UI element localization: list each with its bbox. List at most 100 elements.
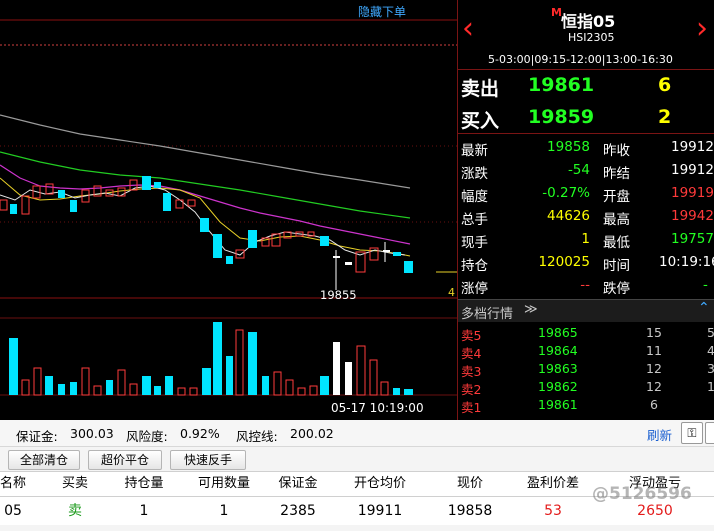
depth-row[interactable]: 卖1 19861 6 bbox=[458, 396, 714, 415]
prev-close-label: 昨收 bbox=[603, 143, 630, 159]
depth-row[interactable]: 卖4 19864 11 4 bbox=[458, 342, 714, 361]
candle bbox=[142, 176, 151, 190]
volume-bar bbox=[320, 376, 329, 395]
best-ask-row[interactable]: 卖出 19861 6 bbox=[458, 70, 714, 102]
volume-bar bbox=[45, 376, 53, 395]
candle bbox=[200, 218, 209, 232]
depth-row[interactable]: 卖3 19863 12 3 bbox=[458, 360, 714, 379]
toolbar-extra-button[interactable] bbox=[705, 422, 714, 444]
quote-row-limits: 涨停 -- 跌停 - bbox=[458, 273, 714, 297]
margin-label: 保证金: bbox=[16, 429, 58, 444]
col-header-side[interactable]: 买卖 bbox=[44, 472, 107, 496]
volume-bar bbox=[58, 384, 65, 395]
change-label: 涨跌 bbox=[461, 166, 488, 182]
refresh-link[interactable]: 刷新 bbox=[647, 425, 672, 444]
depth-row[interactable]: 卖2 19862 12 1 bbox=[458, 378, 714, 397]
volume-bars bbox=[9, 322, 413, 396]
candle bbox=[226, 256, 233, 264]
col-header-position[interactable]: 持仓量 bbox=[106, 472, 183, 496]
col-header-name[interactable]: 名称 bbox=[0, 472, 45, 496]
next-instrument-chevron-icon[interactable]: › bbox=[696, 14, 708, 44]
candle bbox=[333, 256, 340, 258]
open-value: 19919 bbox=[671, 185, 714, 201]
depth-row[interactable]: 卖5 19865 15 5 bbox=[458, 324, 714, 343]
depth-qty: 15 bbox=[646, 325, 662, 340]
quote-row-current: 现手 1 最低 19757 bbox=[458, 227, 714, 251]
candle bbox=[345, 262, 352, 265]
volume-bar bbox=[81, 367, 90, 396]
candle bbox=[320, 236, 329, 246]
volume-bar bbox=[93, 385, 102, 396]
volume-bar bbox=[202, 368, 211, 395]
volume-bar bbox=[177, 387, 186, 396]
current-label: 现手 bbox=[461, 235, 488, 251]
col-header-profit-diff[interactable]: 盈利价差 bbox=[510, 472, 597, 496]
limit-down-label: 跌停 bbox=[603, 281, 630, 297]
candle bbox=[21, 195, 30, 215]
close-all-button[interactable]: 全部清仓 bbox=[8, 450, 80, 470]
limit-up-value: -- bbox=[580, 277, 590, 293]
col-header-open-avg[interactable]: 开仓均价 bbox=[330, 472, 431, 496]
volume-bar bbox=[273, 371, 282, 396]
pct-label: 幅度 bbox=[461, 189, 488, 205]
candle bbox=[369, 247, 379, 261]
depth-label: 卖1 bbox=[461, 400, 482, 415]
depth-price: 19861 bbox=[538, 397, 578, 412]
time-value: 10:19:16 bbox=[659, 254, 714, 270]
instrument-code: HSI2305 bbox=[568, 31, 615, 44]
depth-price: 19863 bbox=[538, 361, 578, 376]
volume-bar bbox=[369, 359, 378, 396]
volume-bar bbox=[117, 369, 126, 396]
double-chevron-down-icon[interactable]: ≫ bbox=[524, 302, 538, 317]
depth-extra: 5 bbox=[707, 325, 714, 340]
depth-extra: 1 bbox=[707, 379, 714, 394]
trading-session: 5-03:00|09:15-12:00|13:00-16:30 bbox=[488, 53, 673, 66]
quick-reverse-button[interactable]: 快速反手 bbox=[170, 450, 246, 470]
cell-profit-diff: 53 bbox=[510, 497, 597, 525]
prev-instrument-chevron-icon[interactable]: ‹ bbox=[462, 14, 474, 44]
candle bbox=[213, 234, 222, 258]
volume-bar bbox=[380, 381, 389, 396]
risk-value: 0.92% bbox=[180, 426, 220, 441]
candle bbox=[404, 261, 413, 273]
volume-bar bbox=[142, 376, 151, 395]
stop-label: 风控线: bbox=[236, 429, 278, 444]
candles bbox=[0, 176, 457, 290]
depth-price: 19865 bbox=[538, 325, 578, 340]
candle bbox=[248, 230, 257, 248]
edge-label: 4 bbox=[448, 286, 455, 299]
best-bid-row[interactable]: 买入 19859 2 bbox=[458, 102, 714, 134]
quote-row-pct: 幅度 -0.27% 开盘 19919 bbox=[458, 181, 714, 205]
col-header-margin[interactable]: 保证金 bbox=[266, 472, 331, 496]
col-header-available[interactable]: 可用数量 bbox=[182, 472, 267, 496]
candle bbox=[393, 252, 401, 256]
volume-bar bbox=[226, 356, 233, 395]
hide-order-link[interactable]: 隐藏下单 bbox=[358, 3, 406, 20]
volume-bar bbox=[21, 379, 30, 396]
time-label: 时间 bbox=[603, 258, 630, 274]
collapse-chevron-up-icon[interactable]: ⌃ bbox=[698, 300, 710, 316]
kline-chart-svg bbox=[0, 19, 457, 396]
depth-qty: 12 bbox=[646, 379, 662, 394]
quote-row-oi: 持仓 120025 时间 10:19:16 bbox=[458, 250, 714, 274]
kline-chart-area[interactable]: 隐藏下单 19855 4 05-17 10:19:00 bbox=[0, 0, 457, 420]
volume-bar bbox=[235, 329, 244, 396]
lock-icon[interactable]: ⚿ bbox=[681, 422, 703, 444]
quote-row-total: 总手 44626 最高 19942 bbox=[458, 204, 714, 228]
col-header-current-price[interactable]: 现价 bbox=[430, 472, 511, 496]
best-bid-qty: 2 bbox=[658, 106, 672, 128]
ma-line-green bbox=[0, 151, 411, 219]
candle bbox=[163, 193, 171, 211]
candle bbox=[383, 250, 390, 252]
over-price-close-button[interactable]: 超价平仓 bbox=[88, 450, 162, 470]
volume-bar bbox=[9, 338, 18, 395]
cell-margin: 2385 bbox=[266, 497, 331, 525]
sell-label: 卖出 bbox=[461, 78, 500, 100]
volume-bar bbox=[309, 385, 318, 396]
limit-up-label: 涨停 bbox=[461, 281, 488, 297]
depth-header[interactable]: 多档行情 ≫ ⌃ bbox=[458, 299, 714, 322]
depth-price: 19862 bbox=[538, 379, 578, 394]
best-bid-price: 19859 bbox=[528, 106, 595, 128]
volume-bar bbox=[154, 386, 161, 395]
prev-settle-label: 昨结 bbox=[603, 166, 630, 182]
